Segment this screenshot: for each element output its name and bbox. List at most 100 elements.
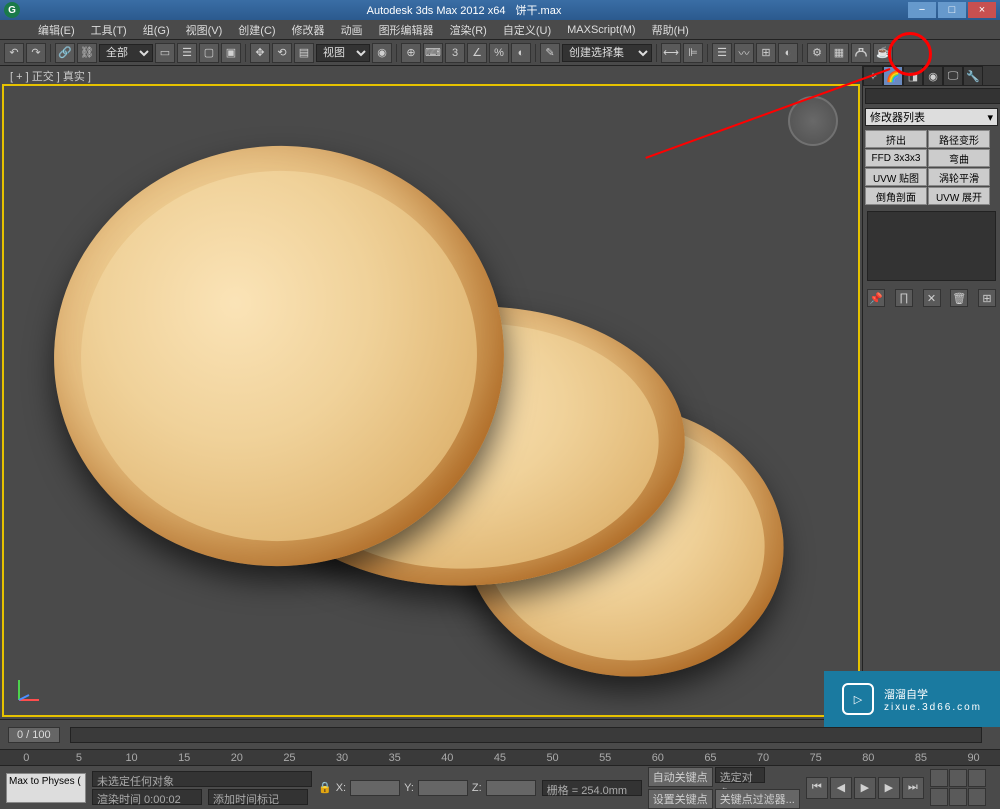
- show-end-result-button[interactable]: ∏: [895, 289, 913, 307]
- viewport-nav-controls: [930, 769, 990, 806]
- configure-sets-button[interactable]: ⊞: [978, 289, 996, 307]
- script-listener[interactable]: Max to Physes (: [6, 773, 86, 803]
- add-time-tag-button[interactable]: 添加时间标记: [208, 789, 308, 805]
- modifier-stack[interactable]: [867, 211, 996, 281]
- select-by-name-button[interactable]: ☰: [177, 43, 197, 63]
- fov-button[interactable]: [930, 788, 948, 806]
- mod-bend-button[interactable]: 弯曲: [928, 149, 990, 167]
- pin-stack-button[interactable]: 📌: [867, 289, 885, 307]
- snap-toggle-button[interactable]: 3: [445, 43, 465, 63]
- mod-extrude-button[interactable]: 挤出: [865, 130, 927, 148]
- mod-pathdeform-button[interactable]: 路径变形: [928, 130, 990, 148]
- y-coord-input[interactable]: [418, 780, 468, 796]
- zoom-button[interactable]: [968, 769, 986, 787]
- menu-modifiers[interactable]: 修改器: [284, 20, 333, 40]
- modify-tab[interactable]: 🌈: [883, 66, 903, 86]
- menu-group[interactable]: 组(G): [135, 20, 178, 40]
- goto-start-button[interactable]: ⏮: [806, 777, 828, 799]
- zoom-extents-button[interactable]: [949, 769, 967, 787]
- mod-ffd-button[interactable]: FFD 3x3x3: [865, 149, 927, 167]
- link-button[interactable]: 🔗: [55, 43, 75, 63]
- mod-turbosmooth-button[interactable]: 涡轮平滑: [928, 168, 990, 186]
- viewcube-icon[interactable]: [788, 96, 838, 146]
- menu-rendering[interactable]: 渲染(R): [442, 20, 495, 40]
- maximize-viewport-button[interactable]: [968, 788, 986, 806]
- prev-frame-button[interactable]: ◀: [830, 777, 852, 799]
- menu-customize[interactable]: 自定义(U): [495, 20, 559, 40]
- z-coord-input[interactable]: [486, 780, 536, 796]
- menu-create[interactable]: 创建(C): [230, 20, 283, 40]
- hierarchy-tab[interactable]: ◨: [903, 66, 923, 86]
- pivot-button[interactable]: ◉: [372, 43, 392, 63]
- make-unique-button[interactable]: ✕: [923, 289, 941, 307]
- mod-uvwmap-button[interactable]: UVW 贴图: [865, 168, 927, 186]
- angle-snap-button[interactable]: ∠: [467, 43, 487, 63]
- material-editor-button[interactable]: ◐: [778, 43, 798, 63]
- window-crossing-button[interactable]: ▣: [221, 43, 241, 63]
- create-tab[interactable]: ✧: [863, 66, 883, 86]
- move-button[interactable]: ✥: [250, 43, 270, 63]
- utilities-tab[interactable]: 🔧: [963, 66, 983, 86]
- render-setup-button[interactable]: ⚙: [807, 43, 827, 63]
- viewport[interactable]: [2, 84, 860, 717]
- x-coord-input[interactable]: [350, 780, 400, 796]
- time-ruler[interactable]: 051015202530354045505560657075808590: [0, 749, 1000, 765]
- mod-uvwunwrap-button[interactable]: UVW 展开: [928, 187, 990, 205]
- undo-button[interactable]: ↶: [4, 43, 24, 63]
- scale-button[interactable]: ▤: [294, 43, 314, 63]
- percent-snap-button[interactable]: %: [489, 43, 509, 63]
- redo-button[interactable]: ↷: [26, 43, 46, 63]
- display-tab[interactable]: 🖵: [943, 66, 963, 86]
- play-button[interactable]: ▶: [854, 777, 876, 799]
- menu-help[interactable]: 帮助(H): [644, 20, 697, 40]
- select-object-button[interactable]: ▭: [155, 43, 175, 63]
- orbit-button[interactable]: [949, 788, 967, 806]
- menu-views[interactable]: 视图(V): [178, 20, 231, 40]
- menu-graph-editors[interactable]: 图形编辑器: [371, 20, 442, 40]
- mirror-button[interactable]: ⟷: [661, 43, 681, 63]
- selection-filter-dropdown[interactable]: 全部: [99, 44, 153, 62]
- rotate-button[interactable]: ⟲: [272, 43, 292, 63]
- auto-key-button[interactable]: 自动关键点: [648, 767, 713, 787]
- time-slider[interactable]: [70, 727, 982, 743]
- y-label: Y:: [404, 782, 414, 794]
- pan-view-button[interactable]: [930, 769, 948, 787]
- mod-bevelprofile-button[interactable]: 倒角剖面: [865, 187, 927, 205]
- render-time-status: 渲染时间 0:00:02: [92, 789, 202, 805]
- lock-icon[interactable]: 🔒: [318, 781, 332, 794]
- menu-maxscript[interactable]: MAXScript(M): [559, 22, 643, 38]
- remove-modifier-button[interactable]: 🗑: [950, 289, 968, 307]
- render-iterative-button[interactable]: ☕: [873, 43, 893, 63]
- set-key-button[interactable]: 设置关键点: [648, 789, 713, 809]
- object-name-input[interactable]: [865, 88, 1000, 104]
- menu-tools[interactable]: 工具(T): [83, 20, 135, 40]
- goto-end-button[interactable]: ⏭: [902, 777, 924, 799]
- next-frame-button[interactable]: ▶: [878, 777, 900, 799]
- select-manipulate-button[interactable]: ⊕: [401, 43, 421, 63]
- menu-animation[interactable]: 动画: [333, 20, 371, 40]
- minimize-button[interactable]: −: [908, 2, 936, 18]
- render-frame-button[interactable]: ▦: [829, 43, 849, 63]
- unlink-button[interactable]: ⛓: [77, 43, 97, 63]
- layer-manager-button[interactable]: ☰: [712, 43, 732, 63]
- x-label: X:: [336, 782, 346, 794]
- curve-editor-button[interactable]: 〰: [734, 43, 754, 63]
- edit-named-sel-button[interactable]: ✎: [540, 43, 560, 63]
- watermark-logo-icon: ▷: [842, 683, 874, 715]
- named-selection-dropdown[interactable]: 创建选择集: [562, 44, 652, 62]
- keyboard-shortcut-button[interactable]: ⌨: [423, 43, 443, 63]
- playback-controls: ⏮ ◀ ▶ ▶ ⏭: [806, 777, 924, 799]
- close-button[interactable]: ×: [968, 2, 996, 18]
- menu-edit[interactable]: 编辑(E): [30, 20, 83, 40]
- align-button[interactable]: ⊫: [683, 43, 703, 63]
- key-filters-button[interactable]: 关键点过滤器...: [715, 789, 800, 809]
- viewport-label[interactable]: [ + ] 正交 ] 真实 ]: [0, 66, 862, 82]
- select-region-button[interactable]: ▢: [199, 43, 219, 63]
- modifier-list-dropdown[interactable]: 修改器列表▾: [865, 108, 998, 126]
- maximize-button[interactable]: □: [938, 2, 966, 18]
- render-production-button[interactable]: [851, 43, 871, 63]
- schematic-view-button[interactable]: ⊞: [756, 43, 776, 63]
- motion-tab[interactable]: ◉: [923, 66, 943, 86]
- ref-coord-dropdown[interactable]: 视图: [316, 44, 370, 62]
- spinner-snap-button[interactable]: ◐: [511, 43, 531, 63]
